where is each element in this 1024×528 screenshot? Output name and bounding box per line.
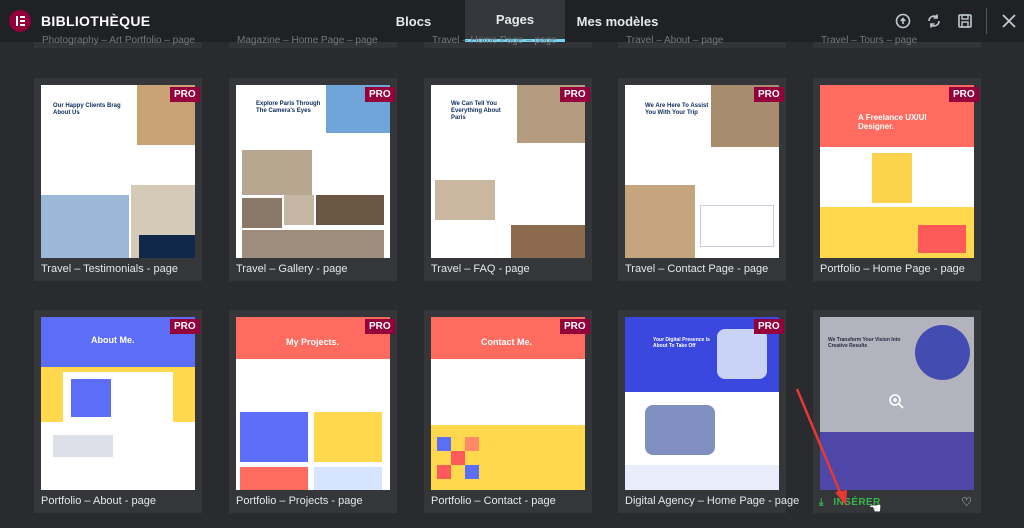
template-thumbnail[interactable]: Our Happy Clients Brag About Us bbox=[41, 85, 195, 258]
template-card[interactable]: We Can Tell You Everything About Paris P… bbox=[424, 78, 592, 281]
pro-badge: PRO bbox=[170, 87, 200, 102]
pro-badge: PRO bbox=[365, 87, 395, 102]
card-title: Portfolio – About - page bbox=[41, 495, 156, 507]
template-card[interactable]: A Freelance UX/UI Designer. PRO Portfoli… bbox=[813, 78, 981, 281]
previous-row-card[interactable]: Travel – Home Page – page bbox=[424, 35, 592, 48]
pro-badge: PRO bbox=[754, 87, 784, 102]
save-icon[interactable] bbox=[949, 13, 980, 29]
card-title: Travel – Tours – page bbox=[821, 35, 918, 46]
previous-row-card[interactable]: Travel – About – page bbox=[618, 35, 786, 48]
previous-row-card[interactable]: Photography – Art Portfolio – page bbox=[34, 35, 202, 48]
card-title: Digital Agency – Home Page - page bbox=[625, 495, 800, 507]
card-title: Travel – FAQ - page bbox=[431, 263, 530, 275]
mouse-pointer-icon: ☚ bbox=[869, 500, 882, 516]
pro-badge: PRO bbox=[754, 319, 784, 334]
template-card[interactable]: Contact Me. PRO Portfolio – Contact - pa… bbox=[424, 310, 592, 513]
card-title: Travel – About – page bbox=[626, 35, 724, 46]
template-thumbnail[interactable]: We Can Tell You Everything About Paris bbox=[431, 85, 585, 258]
template-card[interactable]: About Me. PRO Portfolio – About - page bbox=[34, 310, 202, 513]
template-card[interactable]: We Are Here To Assist You With Your Trip… bbox=[618, 78, 786, 281]
header-divider bbox=[986, 8, 987, 34]
template-thumbnail[interactable]: Explore Paris Through The Camera's Eyes bbox=[236, 85, 390, 258]
template-thumbnail[interactable]: Your Digital Presence Is About To Take O… bbox=[625, 317, 779, 490]
sync-icon[interactable] bbox=[918, 13, 949, 29]
download-icon: ⤓ bbox=[819, 497, 824, 508]
previous-row-card[interactable]: Magazine – Home Page – page bbox=[229, 35, 397, 48]
elementor-logo-icon bbox=[9, 10, 31, 32]
card-title: Portfolio – Home Page - page bbox=[820, 263, 965, 275]
template-thumbnail[interactable]: We Are Here To Assist You With Your Trip bbox=[625, 85, 779, 258]
info-icon[interactable] bbox=[887, 13, 918, 29]
template-thumbnail[interactable]: Contact Me. bbox=[431, 317, 585, 490]
library-title: BIBLIOTHÈQUE bbox=[41, 13, 151, 29]
card-title: Travel – Testimonials - page bbox=[41, 263, 178, 275]
card-title: Magazine – Home Page – page bbox=[237, 35, 378, 46]
pro-badge: PRO bbox=[365, 319, 395, 334]
card-title: Travel – Contact Page - page bbox=[625, 263, 769, 275]
pro-badge: PRO bbox=[560, 87, 590, 102]
template-thumbnail[interactable]: A Freelance UX/UI Designer. bbox=[820, 85, 974, 258]
previous-row-card[interactable]: Travel – Tours – page bbox=[813, 35, 981, 48]
card-title: Photography – Art Portfolio – page bbox=[42, 35, 195, 46]
template-card[interactable]: We Transform Your Vision Into Creative R… bbox=[813, 310, 981, 513]
card-title: Travel – Home Page – page bbox=[432, 35, 557, 46]
template-thumbnail[interactable]: About Me. bbox=[41, 317, 195, 490]
card-title: Portfolio – Projects - page bbox=[236, 495, 363, 507]
template-card[interactable]: Explore Paris Through The Camera's Eyes … bbox=[229, 78, 397, 281]
pro-badge: PRO bbox=[949, 87, 979, 102]
template-card[interactable]: Your Digital Presence Is About To Take O… bbox=[618, 310, 799, 513]
template-thumbnail[interactable]: My Projects. bbox=[236, 317, 390, 490]
template-card[interactable]: Our Happy Clients Brag About Us PRO Trav… bbox=[34, 78, 202, 281]
zoom-icon[interactable] bbox=[888, 393, 904, 414]
close-icon[interactable] bbox=[993, 14, 1024, 28]
pro-badge: PRO bbox=[170, 319, 200, 334]
card-title: Portfolio – Contact - page bbox=[431, 495, 556, 507]
card-title: Travel – Gallery - page bbox=[236, 263, 348, 275]
favorite-heart-icon[interactable]: ♡ bbox=[961, 495, 972, 509]
template-card[interactable]: My Projects. PRO Portfolio – Projects - … bbox=[229, 310, 397, 513]
pro-badge: PRO bbox=[560, 319, 590, 334]
